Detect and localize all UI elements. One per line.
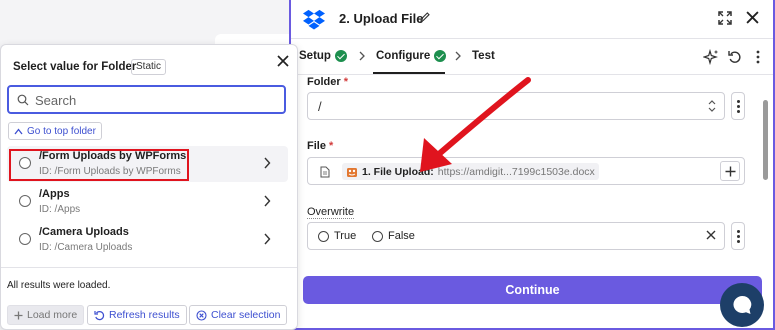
plus-icon	[14, 311, 23, 319]
folder-more-button[interactable]	[731, 92, 745, 120]
chip-label: 1. File Upload:	[362, 165, 434, 178]
refresh-icon	[94, 310, 105, 320]
folder-label: Folder *	[307, 76, 348, 88]
refresh-label: Refresh results	[109, 309, 180, 321]
configure-form: Folder * / File * 1. File Upload: https:…	[291, 76, 769, 266]
radio-circle[interactable]	[19, 233, 31, 245]
updown-chevron-icon	[708, 100, 716, 112]
continue-button[interactable]: Continue	[303, 276, 762, 304]
active-tab-indicator	[373, 72, 445, 74]
step-editor-panel: 2. Upload File Setup Configure Test Fold…	[289, 0, 775, 330]
close-icon[interactable]	[277, 55, 289, 67]
insert-data-button[interactable]	[720, 161, 740, 181]
file-mapped-value-chip[interactable]: 1. File Upload: https://amdigit...7199c1…	[342, 163, 599, 180]
radio-label: True	[334, 230, 357, 242]
overwrite-more-button[interactable]	[731, 222, 745, 250]
tab-label: Configure	[376, 50, 431, 62]
tab-test[interactable]: Test	[472, 50, 495, 62]
item-title: /Camera Uploads	[39, 226, 129, 238]
required-marker: *	[329, 140, 334, 152]
folder-value: /	[318, 99, 322, 114]
required-marker: *	[343, 76, 348, 88]
refresh-results-button[interactable]: Refresh results	[87, 305, 187, 325]
dropbox-logo	[303, 9, 325, 30]
item-subtitle: ID: /Form Uploads by WPForms	[39, 166, 181, 177]
load-more-label: Load more	[27, 309, 78, 321]
list-item[interactable]: /Camera Uploads ID: /Camera Uploads	[7, 222, 288, 258]
sparkle-icon[interactable]	[703, 49, 719, 65]
search-icon	[17, 94, 29, 106]
radio-label: False	[388, 230, 415, 242]
chevron-right-icon[interactable]	[263, 195, 271, 207]
item-subtitle: ID: /Camera Uploads	[39, 242, 133, 253]
overwrite-option-true[interactable]: True	[318, 230, 356, 242]
clear-label: Clear selection	[211, 309, 281, 321]
overwrite-option-false[interactable]: False	[372, 230, 415, 242]
step-title: 2. Upload File	[339, 11, 424, 26]
footer-divider	[1, 267, 297, 268]
undo-icon[interactable]	[727, 49, 743, 65]
search-input[interactable]	[35, 90, 275, 110]
chat-button[interactable]	[720, 283, 764, 327]
item-subtitle: ID: /Apps	[39, 204, 81, 215]
list-item[interactable]: /Apps ID: /Apps	[7, 184, 288, 220]
clear-icon[interactable]	[706, 230, 716, 240]
check-icon	[334, 50, 347, 62]
folder-label-text: Folder	[307, 76, 341, 88]
file-label: File *	[307, 140, 333, 152]
static-badge: Static	[131, 59, 167, 75]
overwrite-radio-group: True False	[307, 222, 725, 250]
radio-circle[interactable]	[372, 230, 383, 242]
file-input[interactable]: 1. File Upload: https://amdigit...7199c1…	[307, 157, 745, 185]
radio-circle[interactable]	[19, 157, 31, 169]
clear-selection-button[interactable]: Clear selection	[189, 305, 288, 325]
picker-title: Select value for Folder	[13, 61, 137, 73]
overwrite-label: Overwrite	[307, 206, 355, 219]
item-title: /Form Uploads by WPForms	[39, 150, 187, 162]
chevron-up-icon	[14, 127, 23, 134]
plus-icon	[725, 166, 735, 176]
expand-icon[interactable]	[717, 10, 733, 26]
chip-value: https://amdigit...7199c1503e.docx	[437, 165, 595, 178]
tab-configure[interactable]: Configure	[376, 50, 447, 62]
go-to-top-folder-button[interactable]: Go to top folder	[8, 122, 102, 140]
tab-label: Test	[472, 50, 495, 62]
load-status: All results were loaded.	[7, 280, 111, 291]
item-title: /Apps	[39, 188, 70, 200]
tab-label: Setup	[299, 50, 331, 62]
radio-circle[interactable]	[19, 195, 31, 207]
chevron-right-icon	[455, 51, 461, 61]
tab-setup[interactable]: Setup	[299, 50, 347, 62]
overwrite-label-text: Overwrite	[307, 206, 355, 219]
chat-icon	[733, 295, 752, 314]
list-item[interactable]: /Form Uploads by WPForms ID: /Form Uploa…	[7, 146, 288, 182]
folder-picker-popup: Select value for Folder Static Go to top…	[0, 44, 298, 330]
editor-header: 2. Upload File	[291, 0, 773, 38]
step-tabs: Setup Configure Test	[291, 39, 773, 75]
check-icon	[434, 50, 447, 62]
clear-icon	[196, 309, 207, 321]
file-label-text: File	[307, 140, 326, 152]
search-box	[7, 85, 286, 114]
load-more-button[interactable]: Load more	[7, 305, 85, 325]
top-folder-label: Go to top folder	[27, 125, 96, 137]
pencil-icon[interactable]	[419, 11, 431, 23]
radio-circle[interactable]	[318, 230, 329, 242]
folder-select[interactable]: /	[307, 92, 725, 120]
chevron-right-icon[interactable]	[263, 233, 271, 245]
scrollbar[interactable]	[763, 100, 768, 180]
chevron-right-icon[interactable]	[263, 157, 271, 169]
close-icon[interactable]	[746, 11, 759, 24]
document-icon	[320, 166, 330, 178]
wpforms-icon	[347, 167, 357, 177]
more-icon[interactable]	[750, 49, 766, 65]
chevron-right-icon	[359, 51, 365, 61]
